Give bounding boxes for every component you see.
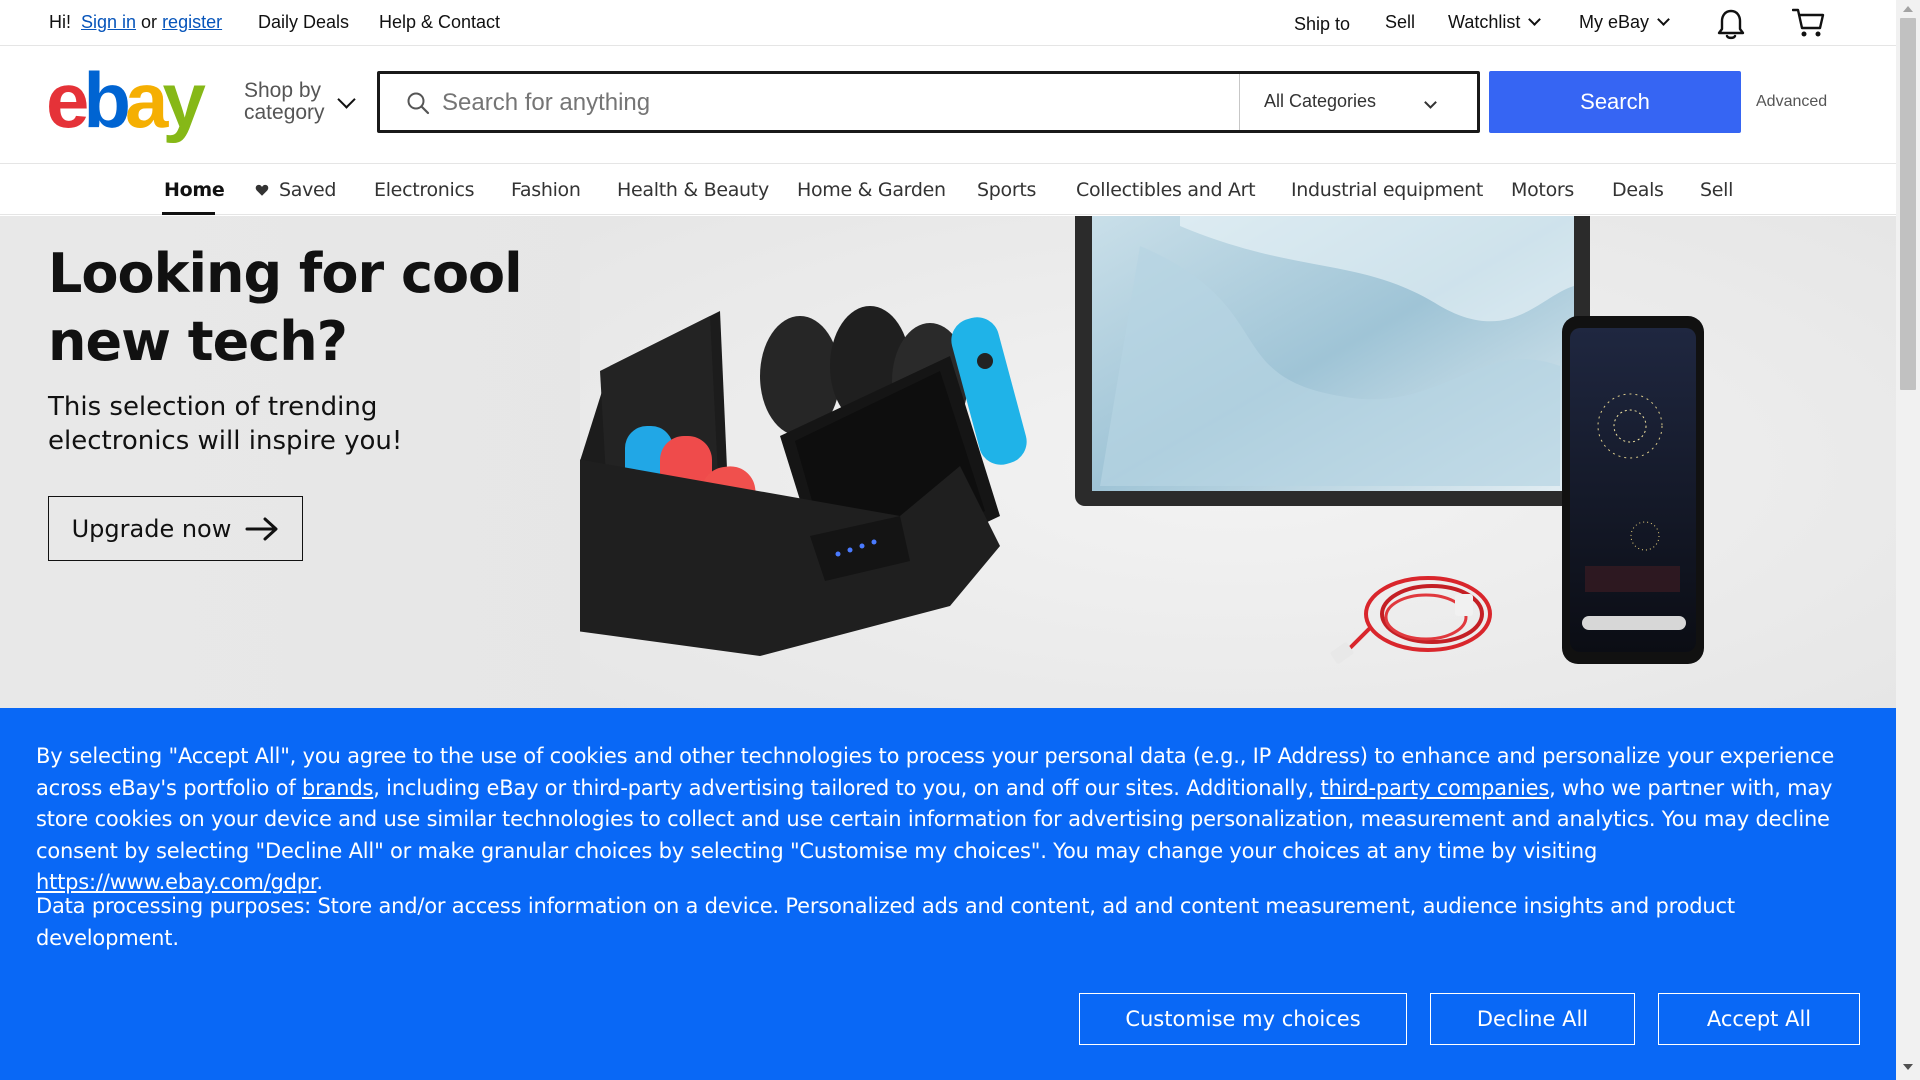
vertical-scrollbar[interactable]: [1896, 0, 1920, 1080]
cookie-consent-banner: By selecting "Accept All", you agree to …: [0, 708, 1896, 1080]
or-text: or: [141, 12, 158, 32]
search-bar: All Categories: [377, 71, 1480, 133]
ship-to-button[interactable]: Ship to: [1294, 14, 1350, 35]
chevron-down-icon: [1424, 96, 1437, 109]
my-ebay-label: My eBay: [1579, 12, 1650, 32]
catnav-item-industrial-equipment[interactable]: Industrial equipment: [1291, 179, 1483, 201]
brands-link[interactable]: brands: [302, 776, 373, 800]
catnav-item-saved[interactable]: Saved: [255, 179, 337, 201]
catnav-item-sell[interactable]: Sell: [1700, 179, 1733, 201]
catnav-item-sports[interactable]: Sports: [977, 179, 1036, 201]
daily-deals-link[interactable]: Daily Deals: [258, 12, 349, 33]
logo-letter-y: y: [162, 56, 205, 144]
bell-icon[interactable]: [1717, 8, 1745, 40]
active-tab-indicator: [162, 212, 215, 215]
page: Hi! Sign in or register Daily Deals Help…: [0, 0, 1896, 1080]
hero-product-image[interactable]: [580, 216, 1896, 716]
divider: [1239, 74, 1240, 130]
my-ebay-menu[interactable]: My eBay: [1579, 12, 1670, 33]
hero-title: Looking for cool new tech?: [48, 242, 523, 373]
cookie-text-part: , including eBay or third-party advertis…: [373, 775, 1321, 800]
heart-icon: [255, 184, 269, 196]
ebay-logo[interactable]: ebay: [46, 61, 206, 139]
shop-by-category-button[interactable]: Shop by category: [244, 80, 334, 124]
category-select[interactable]: All Categories: [1264, 91, 1376, 112]
greeting: Hi! Sign in or register: [49, 12, 222, 33]
cookie-consent-text: By selecting "Accept All", you agree to …: [36, 741, 1876, 899]
catnav-item-home[interactable]: Home: [164, 179, 225, 201]
scroll-down-arrow-icon[interactable]: [1903, 1064, 1913, 1070]
greeting-text: Hi!: [49, 12, 71, 32]
chevron-down-icon: [1657, 13, 1670, 26]
scroll-up-arrow-icon[interactable]: [1903, 6, 1913, 12]
catnav-item-deals[interactable]: Deals: [1612, 179, 1664, 201]
upgrade-now-button[interactable]: Upgrade now: [48, 496, 303, 561]
header: ebay Shop by category All Categories Sea…: [0, 47, 1896, 164]
sell-link[interactable]: Sell: [1385, 12, 1415, 33]
logo-letter-a: a: [125, 56, 168, 144]
help-contact-link[interactable]: Help & Contact: [379, 12, 500, 33]
top-utility-bar: Hi! Sign in or register Daily Deals Help…: [0, 0, 1896, 46]
hero-subtitle: This selection of trending electronics w…: [48, 392, 403, 456]
accept-all-button[interactable]: Accept All: [1658, 993, 1860, 1045]
scrollbar-thumb[interactable]: [1900, 18, 1916, 390]
watchlist-menu[interactable]: Watchlist: [1448, 12, 1542, 33]
catnav-item-collectibles-art[interactable]: Collectibles and Art: [1076, 179, 1256, 201]
third-party-companies-link[interactable]: third-party companies: [1320, 776, 1549, 800]
chevron-down-icon: [337, 90, 356, 109]
data-processing-purposes-text: Data processing purposes: Store and/or a…: [36, 894, 1735, 950]
catnav-item-electronics[interactable]: Electronics: [374, 179, 475, 201]
upgrade-now-label: Upgrade now: [71, 514, 232, 543]
chevron-down-icon: [1528, 13, 1542, 26]
catnav-item-fashion[interactable]: Fashion: [511, 179, 581, 201]
sell-label: Sell: [1385, 12, 1416, 32]
hero-banner: Looking for cool new tech? This selectio…: [0, 216, 1896, 716]
logo-letter-b: b: [83, 56, 131, 144]
watchlist-label: Watchlist: [1448, 12, 1521, 32]
customise-choices-button[interactable]: Customise my choices: [1079, 993, 1407, 1045]
category-nav: Home Saved Electronics Fashion Health & …: [0, 165, 1896, 215]
catnav-item-health-beauty[interactable]: Health & Beauty: [617, 179, 769, 201]
arrow-right-icon: [245, 517, 278, 540]
decline-all-button[interactable]: Decline All: [1430, 993, 1635, 1045]
search-input[interactable]: [442, 87, 1222, 119]
register-link[interactable]: register: [162, 12, 222, 33]
ship-to-label: Ship to: [1294, 14, 1351, 34]
sign-in-link[interactable]: Sign in: [81, 12, 136, 33]
search-button[interactable]: Search: [1489, 71, 1741, 133]
catnav-item-motors[interactable]: Motors: [1511, 179, 1574, 201]
cart-icon[interactable]: [1792, 8, 1826, 38]
logo-letter-e: e: [46, 56, 89, 144]
catnav-item-home-garden[interactable]: Home & Garden: [797, 179, 946, 201]
search-icon: [407, 92, 430, 115]
advanced-search-link[interactable]: Advanced: [1756, 93, 1827, 111]
catnav-saved-label: Saved: [279, 179, 337, 201]
